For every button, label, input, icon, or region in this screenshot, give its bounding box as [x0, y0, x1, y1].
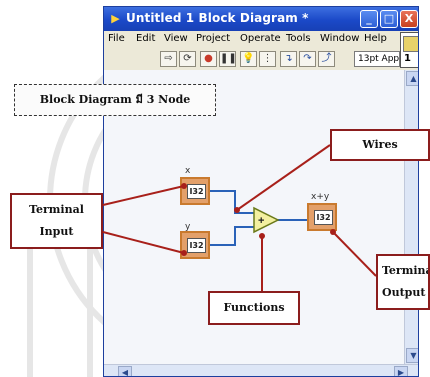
minimize-button[interactable]: _ [360, 10, 378, 28]
menu-tools[interactable]: Tools [286, 33, 311, 44]
retain-wire-values-icon[interactable]: ⋮ [259, 51, 276, 67]
callout-terminal-input: Terminal Input [10, 193, 103, 249]
window-title: Untitled 1 Block Diagram * [126, 11, 309, 25]
step-into-icon[interactable]: ↴ [280, 51, 297, 67]
terminal-out-indicator[interactable]: I32 [307, 203, 337, 231]
menu-window[interactable]: Window [320, 33, 359, 44]
scroll-up-icon[interactable]: ▲ [406, 71, 418, 86]
vi-icon[interactable]: 1 [400, 32, 418, 68]
scroll-down-icon[interactable]: ▼ [406, 348, 418, 363]
menu-bar: File Edit View Project Operate Tools Win… [104, 31, 418, 48]
scroll-right-icon[interactable]: ▶ [394, 366, 408, 376]
highlight-execution-icon[interactable]: 💡 [240, 51, 257, 67]
menu-help[interactable]: Help [364, 33, 387, 44]
run-arrow-icon[interactable]: ⇨ [160, 51, 177, 67]
terminal-out-label: x+y [311, 192, 330, 202]
callout-terminal-input-line2: Input [39, 225, 74, 238]
terminal-x-label: x [185, 166, 191, 176]
callout-wires: Wires [330, 129, 430, 161]
menu-file[interactable]: File [108, 33, 125, 44]
vi-icon-number: 1 [404, 53, 411, 64]
callout-terminal-output-line2: Output [382, 286, 426, 299]
close-button[interactable]: X [400, 10, 418, 28]
horizontal-scrollbar[interactable]: ◀ ▶ [104, 364, 418, 376]
diagram-free-label[interactable]: Block Diagram มี 3 Node [14, 84, 216, 116]
callout-functions: Functions [208, 291, 300, 325]
terminal-y-type: I32 [187, 238, 206, 253]
title-bar[interactable]: ▶ Untitled 1 Block Diagram * _ □ X [104, 7, 418, 31]
terminal-x-type: I32 [187, 184, 206, 199]
menu-project[interactable]: Project [196, 33, 230, 44]
callout-terminal-output: Terminal Output [376, 254, 430, 310]
scroll-left-icon[interactable]: ◀ [118, 366, 132, 376]
menu-operate[interactable]: Operate [240, 33, 281, 44]
callout-terminal-input-line1: Terminal [29, 203, 84, 216]
labview-arrow-icon: ▶ [111, 12, 120, 25]
terminal-x-control[interactable]: I32 [180, 177, 210, 205]
vertical-scrollbar[interactable]: ▲ ▼ [404, 70, 418, 364]
font-dropdown[interactable]: 13pt Application Font [354, 51, 400, 67]
vi-icon-graphic [403, 36, 418, 52]
step-over-icon[interactable]: ↷ [299, 51, 316, 67]
menu-edit[interactable]: Edit [136, 33, 155, 44]
menu-view[interactable]: View [164, 33, 188, 44]
abort-icon[interactable]: ● [200, 51, 217, 67]
toolbar: ⇨ ⟳ ● ❚❚ 💡 ⋮ ↴ ↷ ⤴ 13pt Application Font [104, 48, 418, 71]
callout-terminal-output-line1: Terminal [382, 264, 428, 277]
pause-icon[interactable]: ❚❚ [219, 51, 237, 67]
step-out-icon[interactable]: ⤴ [318, 51, 335, 67]
terminal-out-type: I32 [314, 210, 333, 225]
run-continuously-icon[interactable]: ⟳ [179, 51, 196, 67]
terminal-y-control[interactable]: I32 [180, 231, 210, 259]
maximize-button[interactable]: □ [380, 10, 398, 28]
